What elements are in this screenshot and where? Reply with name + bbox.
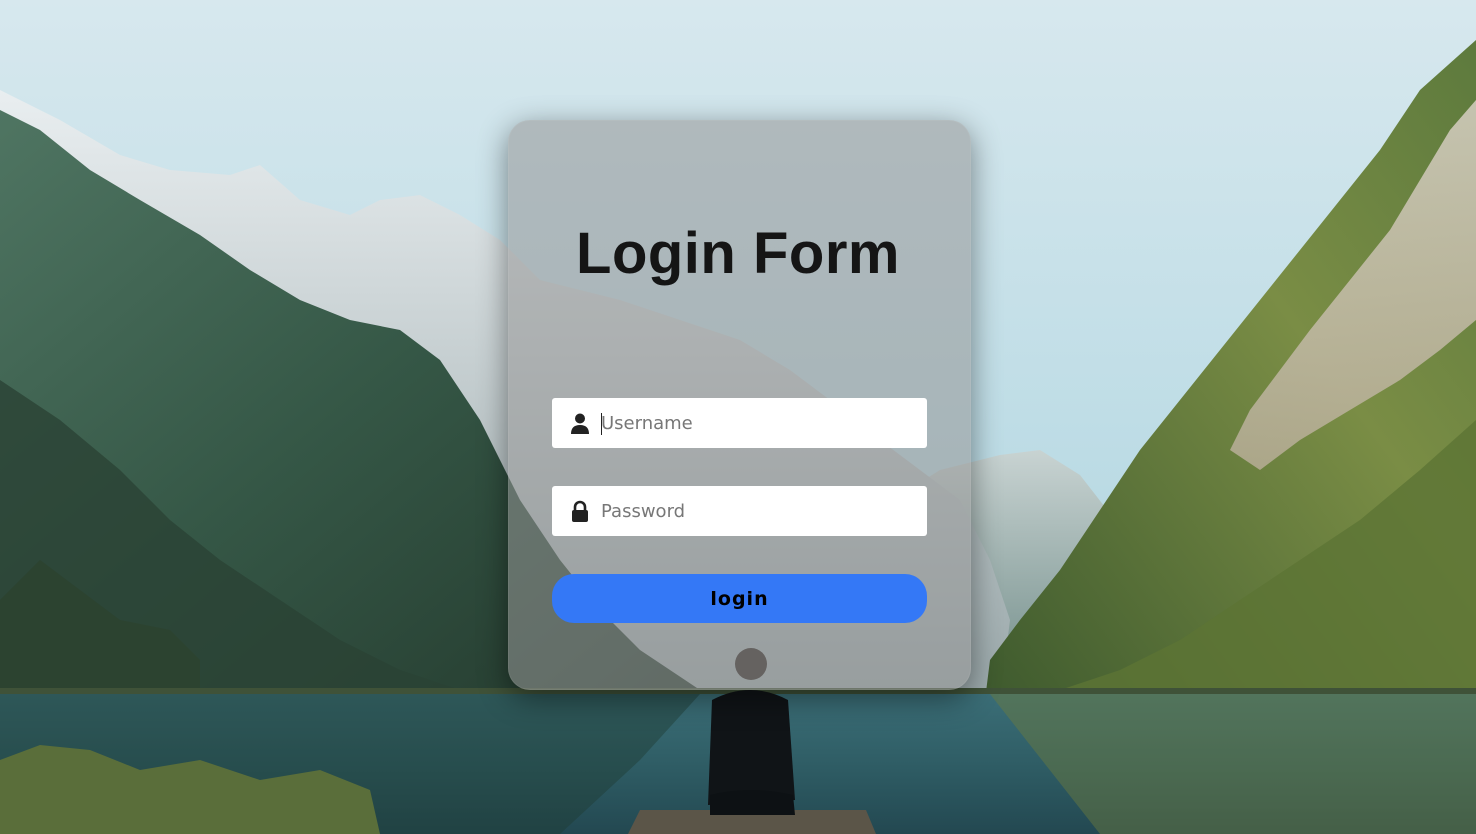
username-field[interactable]: [552, 398, 927, 448]
login-form-title: Login Form: [576, 221, 900, 286]
password-input[interactable]: [601, 486, 917, 536]
lock-icon: [569, 500, 591, 522]
login-button[interactable]: login: [552, 574, 927, 623]
text-caret: [601, 413, 602, 435]
username-input[interactable]: [601, 398, 917, 448]
password-field[interactable]: [552, 486, 927, 536]
user-icon: [569, 412, 591, 434]
